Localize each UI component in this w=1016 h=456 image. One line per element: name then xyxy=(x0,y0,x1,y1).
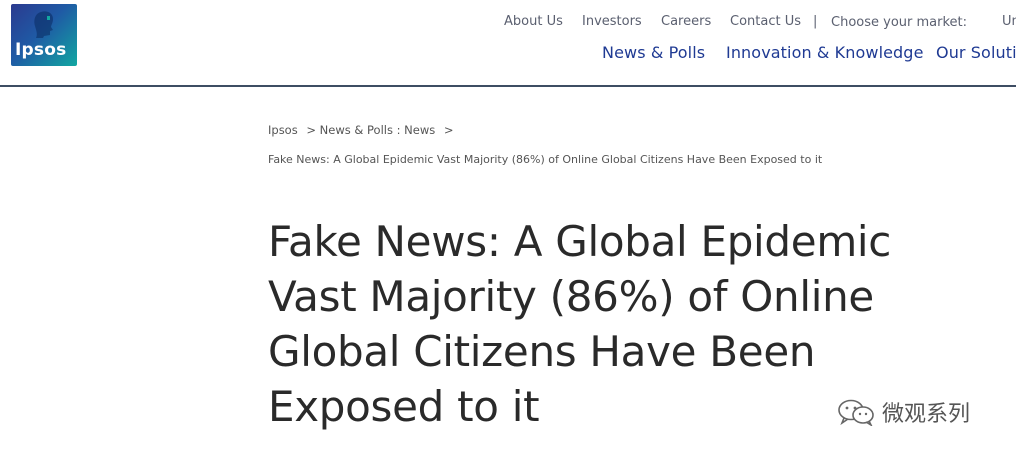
headline-line: Vast Majority (86%) of Online xyxy=(268,272,874,321)
market-label: Choose your market: xyxy=(831,15,968,30)
headline-line: Exposed to it xyxy=(268,382,540,431)
nav-innovation-knowledge[interactable]: Innovation & Knowledge xyxy=(726,43,924,62)
breadcrumb-section[interactable]: News & Polls : News xyxy=(320,123,436,137)
headline-line: Global Citizens Have Been xyxy=(268,327,816,376)
breadcrumb-home[interactable]: Ipsos xyxy=(268,123,298,137)
breadcrumb: Ipsos > News & Polls : News > xyxy=(268,123,454,137)
nav-about-us[interactable]: About Us xyxy=(504,14,563,29)
breadcrumb-separator: > xyxy=(306,123,317,137)
market-selector[interactable]: Un xyxy=(1002,14,1016,29)
nav-contact-us[interactable]: Contact Us xyxy=(730,14,801,29)
nav-careers[interactable]: Careers xyxy=(661,14,711,29)
breadcrumb-current: Fake News: A Global Epidemic Vast Majori… xyxy=(268,153,823,166)
nav-news-polls[interactable]: News & Polls xyxy=(602,43,705,62)
headline-line: Fake News: A Global Epidemic xyxy=(268,217,892,266)
nav-our-solutions[interactable]: Our Solutio xyxy=(936,43,1016,62)
watermark-text: 微观系列 xyxy=(882,402,971,427)
page: Ipsos About Us Investors Careers Contact… xyxy=(0,0,1016,456)
nav-separator: | xyxy=(813,14,818,29)
breadcrumb-separator: > xyxy=(443,123,454,137)
header-divider xyxy=(0,85,1016,87)
article-headline: Fake News: A Global Epidemic Vast Majori… xyxy=(268,214,928,434)
nav-investors[interactable]: Investors xyxy=(582,14,642,29)
logo-text: Ipsos xyxy=(15,40,67,60)
head-silhouette-icon xyxy=(34,11,53,38)
wechat-icon xyxy=(838,399,874,426)
ipsos-logo[interactable]: Ipsos xyxy=(11,4,77,66)
